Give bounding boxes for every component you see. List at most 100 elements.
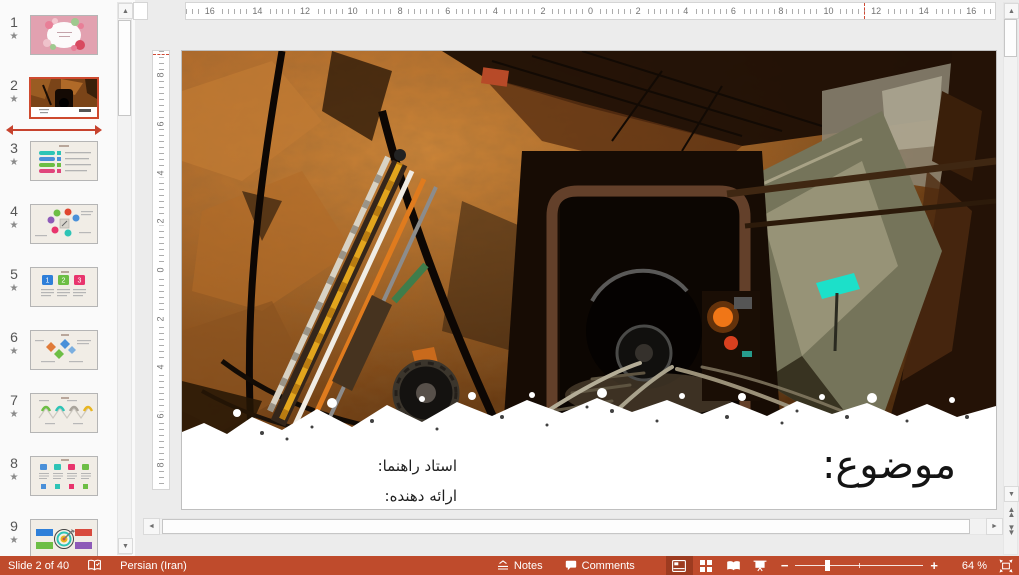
slide-sorter-icon [700,559,713,572]
bars-slide-graphic [31,142,97,180]
slide-2-thumbnail[interactable] [29,77,99,119]
next-slide-button[interactable]: ▼ ▼ [1004,522,1019,538]
slide-number: 7 [10,392,18,408]
zigzag-slide-graphic [31,394,97,432]
fit-slide-to-window-button[interactable] [993,556,1019,575]
vertical-ruler-ticks: 864202468 [153,51,169,489]
animation-star-icon: ★ [9,157,19,168]
slide-thumbnail-item-9[interactable]: 9 ★ [2,519,116,557]
slide-5-thumbnail[interactable]: 1 2 3 [30,267,98,307]
slide-number: 2 [10,77,18,93]
mine-slide-graphic [31,79,97,117]
svg-text:1: 1 [46,278,50,285]
slide-number: 5 [10,266,18,282]
thumbnail-scrollbar[interactable]: ▲ ▼ [117,2,133,555]
horizontal-scrollbar-thumb[interactable] [162,519,970,534]
slide-3-thumbnail[interactable] [30,141,98,181]
thumbnail-scroll-down-button[interactable]: ▼ [118,538,133,554]
cycle-slide-graphic [31,205,97,243]
scroll-right-button[interactable]: ► [986,518,1003,535]
horizontal-scroll-track[interactable] [160,518,986,535]
diamonds-slide-graphic [31,331,97,369]
animation-star-icon: ★ [9,283,19,294]
floral-slide-graphic [31,16,97,54]
slide-thumbnail-item-2[interactable]: 2 ★ [2,77,116,119]
slide-thumbnail-item-1[interactable]: 1 ★ [2,15,116,55]
zoom-out-button[interactable]: − [774,556,796,575]
slide-6-thumbnail[interactable] [30,330,98,370]
slide-number: 3 [10,140,18,156]
horizontal-scrollbar[interactable]: ◄ ► [143,518,1003,535]
slide-credits-textbox[interactable]: استاد راهنما: ارائه دهنده: [378,451,457,511]
scroll-down-button[interactable]: ▼ [1004,486,1019,502]
slide-thumbnail-list: 1 ★ 2 ★ 3 ★ 4 ★ 5 ★ 1 2 3 6 ★ 7 ★ 8 ★ 9 … [0,0,116,557]
animation-star-icon: ★ [9,220,19,231]
horizontal-ruler-ticks: 16 14 12 10 8 6 4 2 0 2 4 6 8 10 12 14 16 [186,3,995,19]
target-slide-graphic [31,520,97,557]
animation-star-icon: ★ [9,535,19,546]
animation-star-icon: ★ [9,472,19,483]
ruler-drag-guide-horizontal [864,3,865,19]
animation-star-icon: ★ [9,31,19,42]
mine-tunnel-photo[interactable] [182,51,996,447]
tags-slide-graphic: 1 2 3 [31,268,97,306]
zoom-percentage[interactable]: 64 % [945,560,993,572]
animation-star-icon: ★ [9,409,19,420]
slide-4-thumbnail[interactable] [30,204,98,244]
slide-thumbnail-item-8[interactable]: 8 ★ [2,456,116,496]
slide-thumbnail-item-7[interactable]: 7 ★ [2,393,116,433]
ruler-corner-box [133,2,148,20]
previous-slide-button[interactable]: ▲ ▲ [1004,504,1019,520]
reading-view-button[interactable] [720,556,747,575]
slide-title-textbox[interactable]: موضوع: [822,439,956,491]
thumbnail-scroll-up-button[interactable]: ▲ [118,3,133,19]
mine-tunnel-photo-graphic [182,51,996,447]
notes-icon [497,560,508,570]
vertical-scrollbar-thumb[interactable] [1004,19,1017,57]
zoom-slider-midpoint [859,563,861,568]
grid-slide-graphic [31,457,97,495]
ruler-drag-guide-vertical [153,54,169,55]
zoom-slider-track[interactable] [795,560,924,571]
view-shortcuts [665,556,774,575]
normal-view-button[interactable] [665,556,693,575]
animation-star-icon: ★ [9,94,19,105]
slide-thumbnail-item-4[interactable]: 4 ★ [2,204,116,244]
slide-8-thumbnail[interactable] [30,456,98,496]
scroll-up-button[interactable]: ▲ [1004,3,1019,19]
svg-text:2: 2 [62,278,66,285]
slide-show-button[interactable] [747,556,774,575]
slide-7-thumbnail[interactable] [30,393,98,433]
slide-show-icon [753,560,767,571]
zoom-slider[interactable] [795,556,924,575]
slide-1-thumbnail[interactable] [30,15,98,55]
slide-thumbnail-item-6[interactable]: 6 ★ [2,330,116,370]
vertical-ruler: 864202468 [152,50,170,490]
slide-canvas: موضوع: استاد راهنما: ارائه دهنده: [181,50,997,510]
thumbnail-scrollbar-thumb[interactable] [118,20,131,116]
vertical-scrollbar[interactable]: ▲ ▼ ▲ ▲ ▼ ▼ [1003,2,1019,555]
slide-number: 6 [10,329,18,345]
slide-thumbnail-item-5[interactable]: 5 ★ 1 2 3 [2,267,116,307]
slide-9-thumbnail[interactable] [30,519,98,557]
slide-indicator[interactable]: Slide 2 of 40 [8,556,69,575]
slide-sorter-view-button[interactable] [693,556,720,575]
presenter-label: ارائه دهنده: [384,487,457,505]
slide-number: 8 [10,455,18,471]
notes-button[interactable]: Notes [486,556,554,575]
fit-to-window-icon [999,559,1013,572]
zoom-in-button[interactable]: + [923,556,945,575]
supervisor-label: استاد راهنما: [377,457,457,475]
comments-icon [565,560,576,571]
slide-number: 4 [10,203,18,219]
slide-thumbnail-item-3[interactable]: 3 ★ [2,141,116,181]
zoom-slider-thumb[interactable] [824,560,830,571]
reading-view-icon [727,560,740,570]
svg-text:3: 3 [78,278,82,285]
slide-thumbnail-panel: 1 ★ 2 ★ 3 ★ 4 ★ 5 ★ 1 2 3 6 ★ 7 ★ 8 ★ 9 … [0,0,135,557]
comments-button[interactable]: Comments [554,556,646,575]
slide-number: 1 [10,14,18,30]
scroll-left-button[interactable]: ◄ [143,518,160,535]
proofing-icon[interactable] [87,556,102,575]
language-indicator[interactable]: Persian (Iran) [120,556,187,575]
